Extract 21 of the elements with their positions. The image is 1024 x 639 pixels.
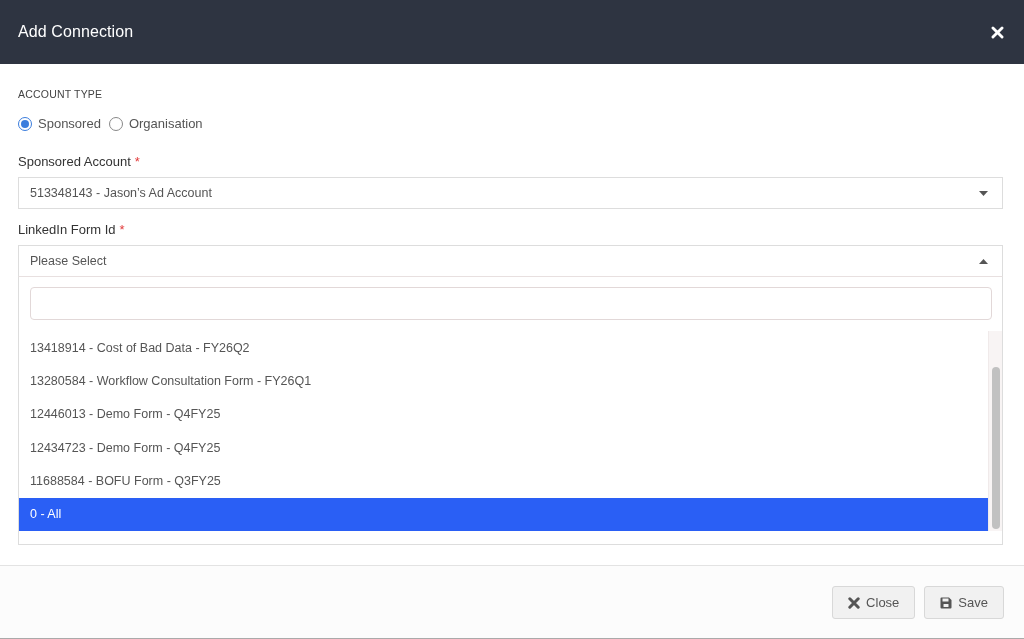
radio-option[interactable]: Organisation [108,116,203,131]
search-field[interactable] [30,287,992,320]
caret-up-icon [979,258,988,264]
dialog-title: Add Connection [18,23,134,41]
close-icon [991,25,1004,39]
dropdown-option[interactable]: 0 - All [19,497,988,531]
caret-down-icon [979,190,988,196]
required-asterisk: * [119,222,125,238]
section-label: ACCOUNT TYPE [18,88,103,101]
close-icon [848,596,861,609]
field-label: Sponsored Account [18,154,131,170]
close-button[interactable] [991,25,1004,39]
field-label: LinkedIn Form Id [18,222,116,238]
required-asterisk: * [134,154,140,170]
scrollbar-track[interactable] [988,331,1002,531]
radio-option[interactable]: Sponsored [18,116,101,131]
select-field[interactable]: 513348143 - Jason’s Ad Account [18,177,1003,209]
scrollbar-thumb[interactable] [992,367,1000,529]
save-button[interactable]: Save [924,586,1004,619]
close-button[interactable]: Close [832,586,916,619]
select-field[interactable]: Please Select [18,245,1003,277]
